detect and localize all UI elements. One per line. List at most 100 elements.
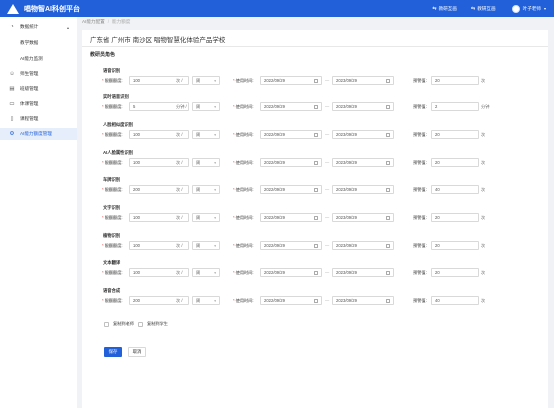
chevron-down-icon: ▾ bbox=[214, 160, 216, 165]
period-select[interactable]: 周 ▾ bbox=[192, 102, 220, 111]
user-name[interactable]: 叶子老师 bbox=[523, 6, 541, 12]
chevron-down-icon: ▾ bbox=[214, 243, 216, 248]
sidebar-item-ai-monitor[interactable]: AI能力监测 bbox=[0, 53, 77, 65]
warn-input[interactable]: 40 bbox=[431, 185, 479, 194]
warn-unit: 次 bbox=[481, 270, 486, 275]
calendar-icon bbox=[314, 215, 318, 220]
period-select[interactable]: 周 ▾ bbox=[192, 76, 220, 85]
cancel-button[interactable]: 取消 bbox=[128, 347, 146, 357]
warn-input[interactable]: 20 bbox=[431, 241, 479, 250]
period-select[interactable]: 周 ▾ bbox=[192, 296, 220, 305]
end-date-value: 2023/09/29 bbox=[336, 132, 357, 137]
period-value: 周 bbox=[196, 77, 201, 83]
end-date-input[interactable]: 2023/09/29 bbox=[332, 241, 394, 250]
app-title: 唱物智AI科创平台 bbox=[24, 5, 80, 13]
time-label-text: 使用时间: bbox=[235, 78, 254, 83]
section-title: 实时语音识别 bbox=[103, 94, 129, 99]
header-link-2[interactable]: ⇆ 教研互画 bbox=[471, 6, 496, 12]
end-date-input[interactable]: 2023/09/29 bbox=[332, 130, 394, 139]
period-select[interactable]: 周 ▾ bbox=[192, 268, 220, 277]
top-bar: 唱物智AI科创平台 ⇆ 教研互画 ⇆ 教研互画 叶子老师 ▾ bbox=[0, 0, 554, 17]
chevron-down-icon[interactable]: ▾ bbox=[544, 6, 546, 11]
date-range-separator: — bbox=[325, 78, 330, 83]
start-date-input[interactable]: 2022/09/29 bbox=[260, 268, 322, 277]
quota-label-text: 限额额度: bbox=[104, 270, 123, 275]
end-date-input[interactable]: 2023/09/29 bbox=[332, 158, 394, 167]
section-title: 车牌识别 bbox=[103, 177, 121, 182]
start-date-input[interactable]: 2022/09/29 bbox=[260, 241, 322, 250]
warn-input[interactable]: 20 bbox=[431, 213, 479, 222]
date-range-separator: — bbox=[325, 298, 330, 303]
calendar-icon bbox=[314, 78, 318, 83]
date-range-separator: — bbox=[325, 104, 330, 109]
sidebar-item-classes[interactable]: ▤ 班级管理 bbox=[0, 83, 77, 95]
period-select[interactable]: 周 ▾ bbox=[192, 130, 220, 139]
section-title: 语音识别 bbox=[103, 68, 121, 73]
start-date-input[interactable]: 2022/09/29 bbox=[260, 130, 322, 139]
end-date-input[interactable]: 2023/09/29 bbox=[332, 296, 394, 305]
calendar-icon bbox=[314, 270, 318, 275]
sidebar-item-users[interactable]: ☺ 师生管理 bbox=[0, 68, 77, 80]
sidebar-item-ai-quota[interactable]: ⚙ AI能力额度管理 bbox=[0, 128, 77, 140]
period-value: 周 bbox=[196, 214, 201, 220]
sidebar-item-stats[interactable]: ◔ 数据统计 ▴ bbox=[0, 21, 77, 33]
sidebar-item-lessons[interactable]: ▭ 体课管理 bbox=[0, 98, 77, 110]
period-select[interactable]: 周 ▾ bbox=[192, 213, 220, 222]
header-link-1[interactable]: ⇆ 教研互画 bbox=[432, 6, 457, 12]
sidebar-item-teaching-data[interactable]: 教学数据 bbox=[0, 37, 77, 49]
quota-label: *限额额度: bbox=[102, 298, 123, 304]
save-button[interactable]: 保存 bbox=[104, 347, 122, 357]
pie-chart-icon: ◔ bbox=[10, 24, 14, 30]
end-date-value: 2023/09/29 bbox=[336, 215, 357, 220]
end-date-input[interactable]: 2023/09/29 bbox=[332, 76, 394, 85]
copy-to-students-checkbox[interactable]: 复制到学生 bbox=[138, 321, 168, 327]
start-date-value: 2022/09/29 bbox=[264, 298, 285, 303]
period-select[interactable]: 周 ▾ bbox=[192, 185, 220, 194]
avatar[interactable] bbox=[511, 4, 520, 13]
end-date-input[interactable]: 2023/09/29 bbox=[332, 268, 394, 277]
sidebar-item-courses[interactable]: ▯ 课程管理 bbox=[0, 113, 77, 125]
warn-unit: 次 bbox=[481, 215, 486, 220]
start-date-input[interactable]: 2022/09/29 bbox=[260, 213, 322, 222]
start-date-input[interactable]: 2022/09/29 bbox=[260, 158, 322, 167]
warn-unit: 次 bbox=[481, 160, 486, 165]
warn-input[interactable]: 2 bbox=[431, 102, 479, 111]
section-title: 植物识别 bbox=[103, 233, 121, 238]
time-label: *使用时间: bbox=[233, 187, 254, 193]
breadcrumb-parent[interactable]: AI能力配置 bbox=[82, 19, 105, 24]
warn-input[interactable]: 20 bbox=[431, 268, 479, 277]
end-date-value: 2023/09/29 bbox=[336, 270, 357, 275]
warn-input[interactable]: 20 bbox=[431, 76, 479, 85]
start-date-input[interactable]: 2022/09/29 bbox=[260, 185, 322, 194]
period-select[interactable]: 周 ▾ bbox=[192, 158, 220, 167]
time-label: *使用时间: bbox=[233, 104, 254, 110]
warn-input[interactable]: 40 bbox=[431, 296, 479, 305]
copy-to-teachers-checkbox[interactable]: 复制到老师 bbox=[104, 321, 134, 327]
time-label-text: 使用时间: bbox=[235, 270, 254, 275]
end-date-value: 2023/09/29 bbox=[336, 243, 357, 248]
period-select[interactable]: 周 ▾ bbox=[192, 241, 220, 250]
logo[interactable]: 唱物智AI科创平台 bbox=[7, 3, 80, 14]
required-mark: * bbox=[233, 298, 235, 303]
quota-unit: 次 / bbox=[176, 298, 183, 303]
warn-input[interactable]: 20 bbox=[431, 130, 479, 139]
time-label-text: 使用时间: bbox=[235, 298, 254, 303]
end-date-input[interactable]: 2023/09/29 bbox=[332, 185, 394, 194]
end-date-input[interactable]: 2023/09/29 bbox=[332, 102, 394, 111]
date-range-separator: — bbox=[325, 243, 330, 248]
checkbox-box[interactable] bbox=[138, 321, 143, 327]
quota-label: *限额额度: bbox=[102, 78, 123, 84]
start-date-input[interactable]: 2022/09/29 bbox=[260, 296, 322, 305]
quota-unit: 次 / bbox=[176, 243, 183, 248]
start-date-input[interactable]: 2022/09/29 bbox=[260, 102, 322, 111]
end-date-value: 2023/09/29 bbox=[336, 187, 357, 192]
sidebar-item-label: 数据统计 bbox=[20, 24, 39, 29]
time-label: *使用时间: bbox=[233, 270, 254, 276]
warn-input[interactable]: 20 bbox=[431, 158, 479, 167]
breadcrumb-current: 能力额度 bbox=[112, 19, 131, 24]
required-mark: * bbox=[102, 215, 104, 220]
quota-label: *限额额度: bbox=[102, 104, 123, 110]
end-date-input[interactable]: 2023/09/29 bbox=[332, 213, 394, 222]
start-date-input[interactable]: 2022/09/29 bbox=[260, 76, 322, 85]
checkbox-box[interactable] bbox=[104, 321, 109, 327]
